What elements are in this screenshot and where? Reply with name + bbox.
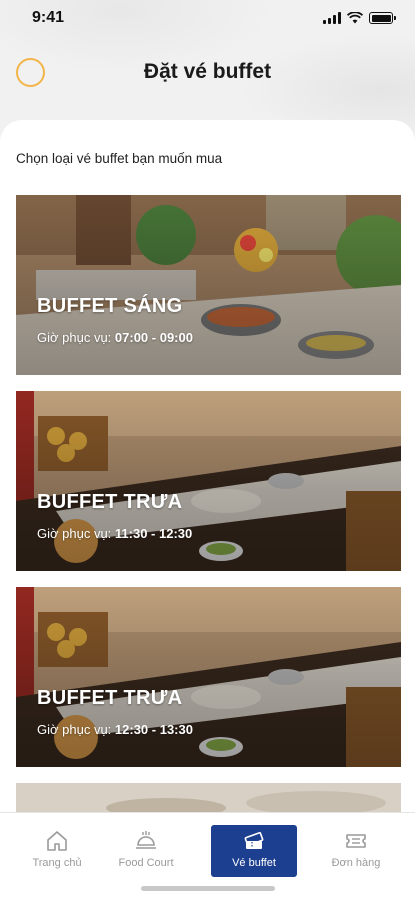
buffet-card-breakfast[interactable]: BUFFET SÁNG Giờ phục vụ: 07:00 - 09:00	[16, 195, 401, 375]
content-sheet: Chọn loại vé buffet bạn muốn mua BUFFET …	[0, 120, 415, 820]
battery-icon	[369, 12, 396, 24]
photo-overlay	[16, 391, 401, 571]
status-icons	[323, 12, 396, 24]
page-subtitle: Chọn loại vé buffet bạn muốn mua	[16, 151, 223, 166]
buffet-name: BUFFET TRƯA	[37, 687, 183, 709]
wifi-icon	[347, 12, 363, 24]
nav-item-buffet-ticket[interactable]: Vé buffet	[211, 825, 297, 877]
buffet-card-lunch-1[interactable]: BUFFET TRƯA Giờ phục vụ: 11:30 - 12:30	[16, 391, 401, 571]
order-icon	[346, 834, 366, 848]
nav-label-home: Trang chủ	[32, 857, 82, 869]
food-tray-icon	[136, 831, 156, 849]
home-icon	[47, 831, 67, 851]
serving-hours: Giờ phục vụ: 12:30 - 13:30	[37, 722, 193, 737]
serving-hours: Giờ phục vụ: 11:30 - 12:30	[37, 526, 192, 541]
serving-hours-label: Giờ phục vụ:	[37, 330, 115, 345]
page-title: Đặt vé buffet	[143, 60, 272, 83]
buffet-name: BUFFET SÁNG	[37, 295, 183, 317]
home-indicator	[141, 886, 275, 891]
status-bar: 9:41	[0, 0, 415, 36]
ticket-icon	[244, 831, 264, 849]
photo-overlay	[16, 195, 401, 375]
nav-item-orders[interactable]: Đơn hàng	[313, 825, 399, 877]
serving-hours-label: Giờ phục vụ:	[37, 526, 115, 541]
signal-icon	[323, 12, 341, 24]
buffet-name: BUFFET TRƯA	[37, 491, 183, 513]
status-time: 9:41	[32, 9, 65, 26]
serving-hours-label: Giờ phục vụ:	[37, 722, 115, 737]
nav-label-orders: Đơn hàng	[331, 857, 381, 869]
serving-hours: Giờ phục vụ: 07:00 - 09:00	[37, 330, 193, 345]
serving-hours-value: 12:30 - 13:30	[114, 722, 193, 737]
nav-item-home[interactable]: Trang chủ	[14, 825, 100, 877]
photo-overlay	[16, 587, 401, 767]
nav-label-food-court: Food Court	[118, 857, 174, 869]
nav-item-food-court[interactable]: Food Court	[103, 825, 189, 877]
header: Đặt vé buffet	[0, 44, 415, 100]
serving-hours-value: 07:00 - 09:00	[114, 330, 193, 345]
buffet-card-lunch-2[interactable]: BUFFET TRƯA Giờ phục vụ: 12:30 - 13:30	[16, 587, 401, 767]
nav-label-buffet-ticket: Vé buffet	[232, 857, 276, 869]
back-button[interactable]	[16, 58, 45, 87]
serving-hours-value: 11:30 - 12:30	[114, 526, 193, 541]
